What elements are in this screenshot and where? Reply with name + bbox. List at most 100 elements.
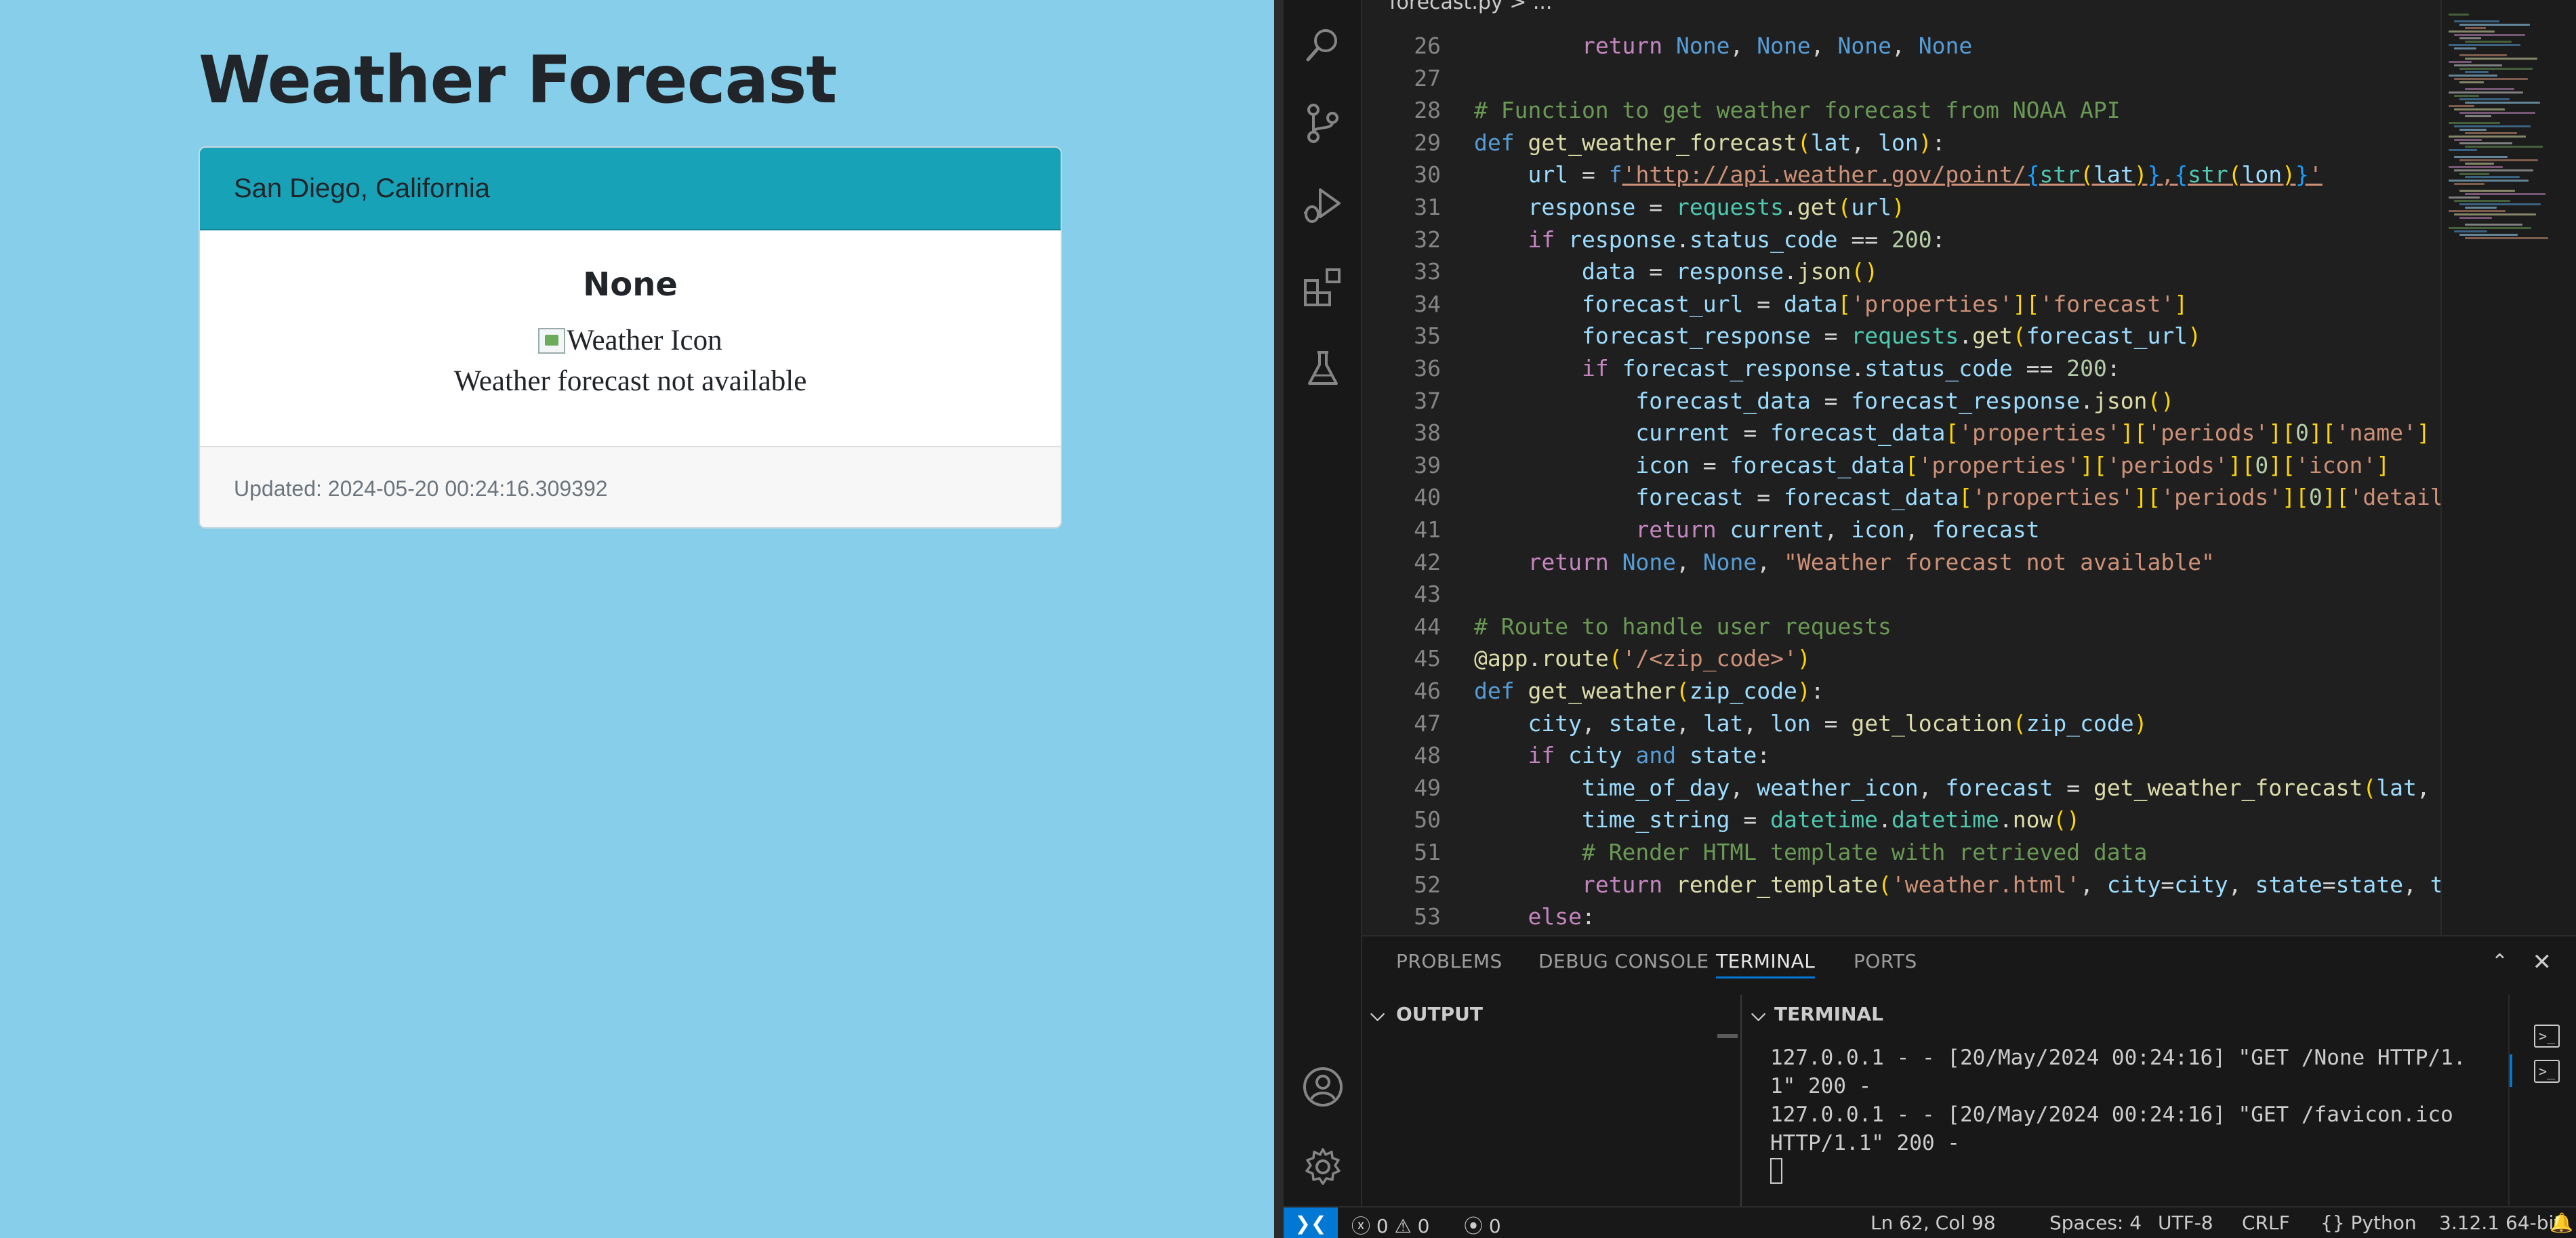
code-editor[interactable]: 26 return None, None, None, None 27 28 # Fu… [1362,0,2576,935]
chevron-up-icon[interactable]: ⌃ [2491,950,2508,974]
terminal-instance-icon[interactable]: >_ [2534,1060,2560,1083]
chevron-down-icon[interactable]: ⌵ [1370,1003,1385,1026]
bell-icon[interactable]: 🔔 [2550,1212,2573,1234]
code-text[interactable]: if response.status_code == 200: [1474,224,1945,255]
code-text[interactable]: url = f'http://api.weather.gov/point/{st… [1474,159,2322,190]
code-text[interactable]: current = forecast_data['properties']['p… [1474,417,2430,449]
code-line[interactable]: 28 # Function to get weather forecast fro… [1362,94,2440,126]
minimap-line [2454,230,2487,232]
source-control-icon[interactable] [1301,102,1345,145]
output-pane[interactable]: ⌵ OUTPUT [1362,995,1742,1208]
code-line[interactable]: 34 forecast_url = data['properties']['fo… [1362,288,2440,320]
tab-terminal[interactable]: TERMINAL [1716,950,1816,978]
code-text[interactable]: def get_weather(zip_code): [1474,675,1824,707]
code-text[interactable]: return current, icon, forecast [1474,514,2039,545]
testing-flask-icon[interactable] [1301,347,1345,390]
code-text[interactable]: city, state, lat, lon = get_location(zip… [1474,707,2147,739]
code-text[interactable]: data = response.json() [1474,255,1878,287]
code-text[interactable]: return render_template('weather.html', c… [1474,869,2440,901]
code-text[interactable]: forecast_data = forecast_response.json() [1474,385,2174,417]
extensions-icon[interactable] [1301,266,1345,309]
code-text[interactable]: time_string = datetime.datetime.now() [1474,804,2080,835]
indentation[interactable]: Spaces: 4 [2049,1212,2142,1234]
code-text[interactable]: forecast_url = data['properties']['forec… [1474,288,2188,320]
tab-ports[interactable]: PORTS [1854,950,1917,972]
run-debug-icon[interactable] [1301,183,1345,226]
code-line[interactable]: 50 time_string = datetime.datetime.now() [1362,804,2440,835]
close-icon[interactable]: ✕ [2533,949,2552,976]
code-line[interactable]: 45 @app.route('/<zip_code>') [1362,642,2440,674]
code-line[interactable]: 26 return None, None, None, None [1362,30,2440,62]
code-line[interactable]: 52 return render_template('weather.html'… [1362,869,2440,901]
remote-indicator-icon[interactable]: ❯❮ [1284,1208,1338,1238]
cursor-position[interactable]: Ln 62, Col 98 [1870,1212,1996,1234]
code-line[interactable]: 33 data = response.json() [1362,255,2440,287]
output-pane-title[interactable]: OUTPUT [1396,1003,1483,1025]
gear-icon[interactable] [1301,1145,1345,1189]
chevron-down-icon[interactable]: ⌵ [1751,1003,1765,1026]
minimap-line [2454,169,2533,171]
python-interpreter[interactable]: 3.12.1 64-bit [2439,1212,2561,1234]
search-icon[interactable] [1301,23,1345,66]
code-line[interactable]: 44 # Route to handle user requests [1362,611,2440,642]
code-line[interactable]: 36 if forecast_response.status_code == 2… [1362,352,2440,384]
line-endings[interactable]: CRLF [2242,1212,2290,1234]
code-text[interactable]: # Function to get weather forecast from … [1474,94,2121,126]
output-scrollbar[interactable] [1717,1034,1738,1038]
minimap-line [2465,71,2489,73]
code-line[interactable]: 41 return current, icon, forecast [1362,514,2440,545]
code-text[interactable]: if city and state: [1474,739,1770,771]
code-text[interactable]: @app.route('/<zip_code>') [1474,642,1811,674]
code-text[interactable]: time_of_day, weather_icon, forecast = ge… [1474,772,2440,804]
terminal-output[interactable]: 127.0.0.1 - - [20/May/2024 00:24:16] "GE… [1770,1044,2475,1186]
minimap[interactable] [2440,0,2576,935]
code-line[interactable]: 47 city, state, lat, lon = get_location(… [1362,707,2440,739]
activity-bar [1284,0,1362,1206]
code-line[interactable]: 49 time_of_day, weather_icon, forecast =… [1362,772,2440,804]
account-icon[interactable] [1301,1065,1345,1109]
terminal-pane[interactable]: ⌵ TERMINAL 127.0.0.1 - - [20/May/2024 00… [1743,995,2509,1208]
code-text[interactable]: forecast = forecast_data['properties']['… [1474,481,2440,513]
tab-problems[interactable]: PROBLEMS [1396,950,1502,972]
code-text[interactable]: # Render HTML template with retrieved da… [1474,836,2147,868]
code-text[interactable]: else: [1474,901,1595,932]
code-line[interactable]: 31 response = requests.get(url) [1362,191,2440,223]
code-line[interactable]: 37 forecast_data = forecast_response.jso… [1362,385,2440,417]
code-line[interactable]: 29 def get_weather_forecast(lat, lon): [1362,127,2440,159]
code-line[interactable]: 30 url = f'http://api.weather.gov/point/… [1362,159,2440,190]
code-line[interactable]: 51 # Render HTML template with retrieved… [1362,836,2440,868]
code-text[interactable]: forecast_response = requests.get(forecas… [1474,320,2201,352]
terminal-log: 127.0.0.1 - - [20/May/2024 00:24:16] "GE… [1770,1046,2466,1155]
problems-status[interactable]: ⓧ 0 ⚠ 0 [1351,1212,1429,1238]
line-number: 34 [1414,290,1441,317]
ports-status[interactable]: ⦿ 0 [1464,1212,1501,1238]
code-line[interactable]: 27 [1362,62,2440,94]
code-line[interactable]: 43 [1362,578,2440,610]
tab-debug-console[interactable]: DEBUG CONSOLE [1538,950,1709,972]
language-mode[interactable]: {} Python [2321,1212,2417,1234]
code-line[interactable]: 38 current = forecast_data['properties']… [1362,417,2440,449]
code-text[interactable]: if forecast_response.status_code == 200: [1474,352,2121,384]
browser-page: Weather Forecast San Diego, California N… [0,0,1274,1238]
code-text[interactable]: # Route to handle user requests [1474,611,1892,642]
code-line[interactable]: 39 icon = forecast_data['properties']['p… [1362,449,2440,481]
minimap-line [2449,75,2497,77]
code-text[interactable]: return None, None, None, None [1474,30,1972,62]
code-line[interactable]: 53 else: [1362,901,2440,932]
code-line[interactable]: 40 forecast = forecast_data['properties'… [1362,481,2440,513]
code-text[interactable]: return None, None, "Weather forecast not… [1474,546,2214,578]
code-text[interactable]: icon = forecast_data['properties']['peri… [1474,449,2390,481]
code-text[interactable]: response = requests.get(url) [1474,191,1904,223]
encoding[interactable]: UTF-8 [2158,1212,2213,1234]
terminal-pane-title[interactable]: TERMINAL [1774,1003,1883,1025]
code-line[interactable]: 46 def get_weather(zip_code): [1362,675,2440,707]
code-line[interactable]: 42 return None, None, "Weather forecast … [1362,546,2440,578]
code-line[interactable]: 48 if city and state: [1362,739,2440,771]
code-text[interactable]: def get_weather_forecast(lat, lon): [1474,127,1945,159]
code-lines[interactable]: 26 return None, None, None, None 27 28 # Fu… [1362,0,2440,935]
breadcrumb[interactable]: forecast.py > ... [1389,0,1552,14]
minimap-line [2454,108,2505,110]
code-line[interactable]: 35 forecast_response = requests.get(fore… [1362,320,2440,352]
terminal-instance-icon[interactable]: >_ [2534,1025,2560,1048]
code-line[interactable]: 32 if response.status_code == 200: [1362,224,2440,255]
